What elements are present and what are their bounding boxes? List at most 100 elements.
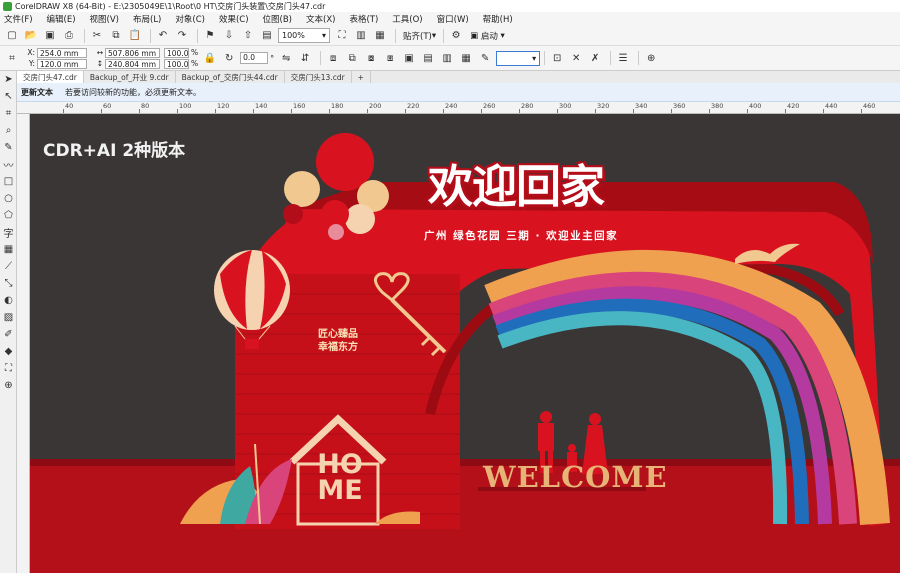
intersect-icon[interactable]: ⧆ xyxy=(382,50,398,66)
menu-table[interactable]: 表格(T) xyxy=(349,13,378,25)
doc-tab[interactable]: Backup_of_交房门头44.cdr xyxy=(176,71,285,83)
ellipse-tool-icon[interactable]: ○ xyxy=(0,190,17,207)
doc-tab[interactable]: 交房门头47.cdr xyxy=(17,71,84,83)
launcher-icon: ▣ xyxy=(470,30,481,41)
x-position-field[interactable]: 254.0 mm xyxy=(37,47,87,58)
save-icon[interactable]: ▣ xyxy=(42,28,58,44)
menu-object[interactable]: 对象(C) xyxy=(175,13,205,25)
snap-to-button[interactable]: 贴齐(T) ▾ xyxy=(403,30,436,42)
application-launcher-button[interactable]: ▣ 启动 ▾ xyxy=(470,30,505,42)
menu-view[interactable]: 视图(V) xyxy=(90,13,119,25)
menu-edit[interactable]: 编辑(E) xyxy=(47,13,76,25)
width-field[interactable]: 507.806 mm xyxy=(105,47,160,58)
text-tool-icon[interactable]: 字 xyxy=(0,224,17,241)
redo-icon[interactable]: ↷ xyxy=(174,28,190,44)
break-apart-icon[interactable]: ✗ xyxy=(587,50,603,66)
dimension-tool-icon[interactable]: ⟋ xyxy=(0,258,17,275)
update-text-message: 若要访问较新的功能，必须更新文本。 xyxy=(65,87,201,97)
show-rulers-icon[interactable]: ▥ xyxy=(353,28,369,44)
connector-tool-icon[interactable]: ⤡ xyxy=(0,275,17,292)
doc-tab[interactable]: 交房门头13.cdr xyxy=(285,71,352,83)
trim-icon[interactable]: ⧇ xyxy=(363,50,379,66)
artwork-title: 欢迎回家 xyxy=(428,160,605,213)
ruler-tick xyxy=(671,109,672,113)
add-tool-icon[interactable]: ⊕ xyxy=(0,377,17,394)
y-position-field[interactable]: 120.0 mm xyxy=(37,58,87,69)
polygon-tool-icon[interactable]: ⬠ xyxy=(0,207,17,224)
full-screen-icon[interactable]: ⛶ xyxy=(334,28,350,44)
crop-tool-icon[interactable]: ⌗ xyxy=(0,105,17,122)
zoom-level-dropdown[interactable]: 100% ▾ xyxy=(278,28,330,43)
scale-y-field[interactable]: 100.0 xyxy=(164,58,189,69)
open-folder-icon[interactable]: 📂 xyxy=(23,28,39,44)
import-icon[interactable]: ⇩ xyxy=(221,28,237,44)
weld-icon[interactable]: ⧉ xyxy=(344,50,360,66)
menu-help[interactable]: 帮助(H) xyxy=(483,13,513,25)
interactive-fill-tool-icon[interactable]: ◆ xyxy=(0,343,17,360)
toolbar-divider xyxy=(638,51,640,65)
table-tool-icon[interactable]: ▦ xyxy=(0,241,17,258)
floor-shape xyxy=(30,459,900,573)
new-tab-button[interactable]: + xyxy=(352,71,371,83)
create-boundary-icon[interactable]: ▦ xyxy=(458,50,474,66)
paste-icon[interactable]: 📋 xyxy=(127,28,143,44)
scale-x-field[interactable]: 100.0 xyxy=(164,47,189,58)
cut-icon[interactable]: ✂ xyxy=(89,28,105,44)
shape-tool-icon[interactable]: ↖ xyxy=(0,88,17,105)
version-label: CDR+AI 2种版本 xyxy=(43,141,186,161)
menu-bitmaps[interactable]: 位图(B) xyxy=(263,13,292,25)
ruler-label: 340 xyxy=(635,102,648,110)
height-field[interactable]: 240.804 mm xyxy=(105,58,160,69)
print-icon[interactable]: ⎙ xyxy=(61,28,77,44)
lock-ratio-icon[interactable]: 🔒 xyxy=(202,50,218,66)
artistic-media-tool-icon[interactable]: 〰 xyxy=(0,156,17,173)
pick-tool-icon[interactable]: ➤ xyxy=(0,71,17,88)
mirror-vertical-icon[interactable]: ⇵ xyxy=(297,50,313,66)
toolbar-divider xyxy=(610,51,612,65)
undo-icon[interactable]: ↶ xyxy=(155,28,171,44)
menu-file[interactable]: 文件(F) xyxy=(4,13,33,25)
outline-pen-icon[interactable]: ✎ xyxy=(477,50,493,66)
chevron-down-icon: ▾ xyxy=(321,31,326,40)
wrap-text-icon[interactable]: ⊡ xyxy=(549,50,565,66)
search-content-icon[interactable]: ⚑ xyxy=(202,28,218,44)
smart-fill-tool-icon[interactable]: ⛶ xyxy=(0,360,17,377)
freehand-tool-icon[interactable]: ✎ xyxy=(0,139,17,156)
new-document-icon[interactable]: ▢ xyxy=(4,28,20,44)
publish-pdf-icon[interactable]: ▤ xyxy=(259,28,275,44)
transparency-tool-icon[interactable]: ▨ xyxy=(0,309,17,326)
rectangle-tool-icon[interactable]: □ xyxy=(0,173,17,190)
drawing-canvas[interactable]: CDR+AI 2种版本 欢迎回家 广州 绿色花园 三期 · 欢迎业主回家 匠心臻… xyxy=(30,114,900,573)
drop-shadow-tool-icon[interactable]: ◐ xyxy=(0,292,17,309)
update-text-bar: 更新文本 若要访问较新的功能，必须更新文本。 xyxy=(17,83,900,102)
update-text-button[interactable]: 更新文本 xyxy=(21,87,53,98)
simplify-icon[interactable]: ▣ xyxy=(401,50,417,66)
doc-tab[interactable]: Backup_of_开业 9.cdr xyxy=(84,71,176,83)
horizontal-ruler[interactable]: 40 60 80 100 120 140 160 180 200 220 240 260 280 300 3… xyxy=(17,102,900,114)
show-grid-icon[interactable]: ▦ xyxy=(372,28,388,44)
ruler-label: 140 xyxy=(255,102,268,110)
zoom-tool-icon[interactable]: ⌕ xyxy=(0,122,17,139)
back-minus-front-icon[interactable]: ▥ xyxy=(439,50,455,66)
balloon-basket xyxy=(245,339,259,349)
rotation-field[interactable]: 0.0 xyxy=(240,52,269,64)
outline-width-dropdown[interactable]: ▾ xyxy=(496,50,541,66)
rotate-icon[interactable]: ↻ xyxy=(221,50,237,66)
convert-to-curves-icon[interactable]: ✕ xyxy=(568,50,584,66)
menu-effects[interactable]: 效果(C) xyxy=(219,13,249,25)
copy-icon[interactable]: ⧉ xyxy=(108,28,124,44)
align-distribute-icon[interactable]: ☰ xyxy=(615,50,631,66)
menu-window[interactable]: 窗口(W) xyxy=(437,13,469,25)
add-icon[interactable]: ⊕ xyxy=(643,50,659,66)
combine-icon[interactable]: ⧈ xyxy=(325,50,341,66)
menu-layout[interactable]: 布局(L) xyxy=(133,13,161,25)
menu-text[interactable]: 文本(X) xyxy=(306,13,335,25)
doc-tab-label: 交房门头47.cdr xyxy=(23,72,77,82)
front-minus-back-icon[interactable]: ▤ xyxy=(420,50,436,66)
export-icon[interactable]: ⇧ xyxy=(240,28,256,44)
menu-tools[interactable]: 工具(O) xyxy=(392,13,422,25)
vertical-ruler[interactable] xyxy=(17,114,30,573)
options-gear-icon[interactable]: ⚙ xyxy=(448,28,464,44)
mirror-horizontal-icon[interactable]: ⇋ xyxy=(278,50,294,66)
eyedropper-tool-icon[interactable]: ✐ xyxy=(0,326,17,343)
